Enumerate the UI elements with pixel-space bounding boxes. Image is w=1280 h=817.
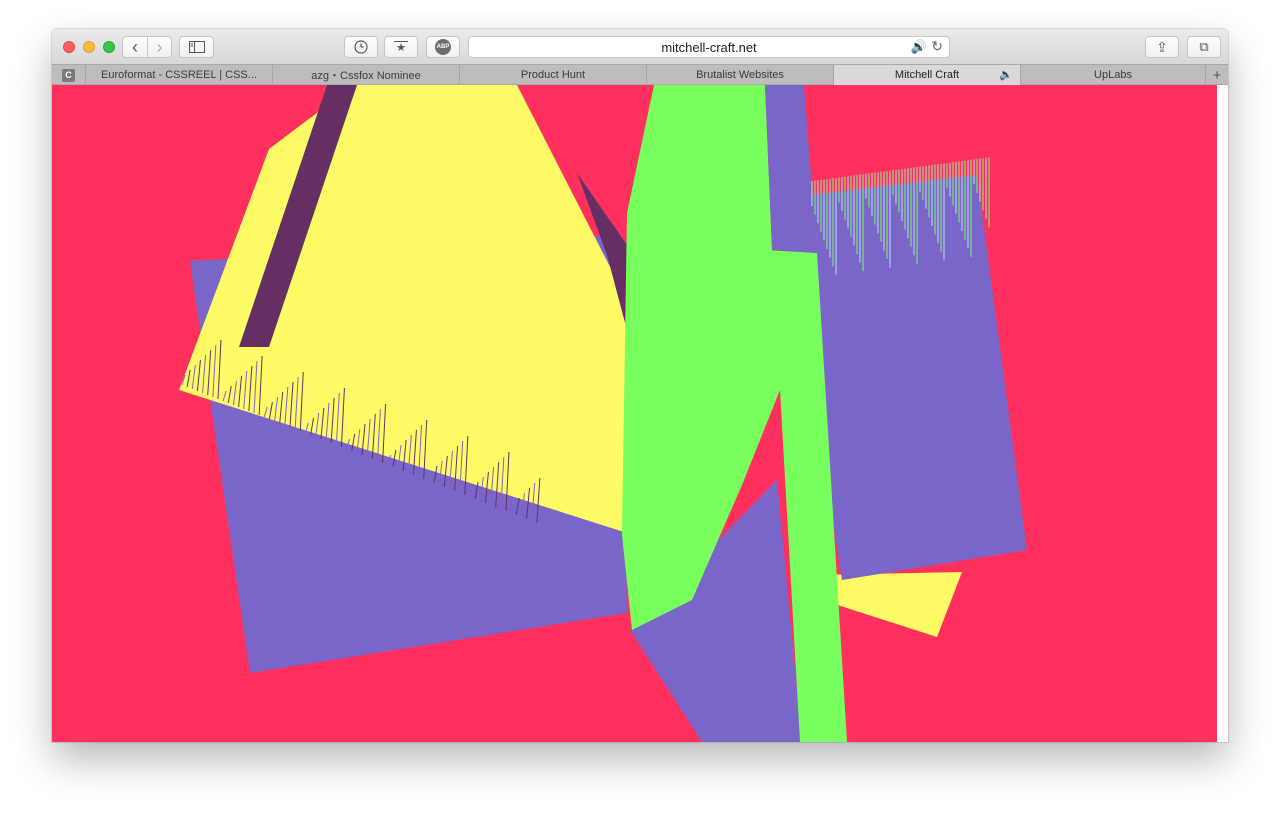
back-button[interactable]: ‹	[123, 37, 147, 57]
plus-icon: +	[1212, 66, 1222, 84]
tab-mitchell-craft[interactable]: Mitchell Craft 🔈	[834, 65, 1021, 85]
tab-euroformat[interactable]: Euroformat - CSSREEL | CSS...	[86, 65, 273, 85]
chevron-left-icon: ‹	[131, 37, 138, 57]
history-button[interactable]	[344, 36, 378, 58]
tab-label: Euroformat - CSSREEL | CSS...	[101, 69, 257, 81]
chevron-right-icon: ›	[156, 37, 163, 57]
address-bar[interactable]: mitchell-craft.net 🔊 ↻	[468, 36, 950, 58]
tab-label: Mitchell Craft	[894, 69, 960, 81]
abstract-shapes-canvas[interactable]	[52, 85, 1217, 742]
adblock-button[interactable]: ABP	[426, 36, 460, 58]
new-tab-button[interactable]: +	[1206, 65, 1228, 85]
tab-bar: C Euroformat - CSSREEL | CSS... azg・Cssf…	[52, 64, 1228, 85]
share-button[interactable]: ⇪	[1145, 36, 1179, 58]
adblock-icon: ABP	[435, 39, 451, 55]
tab-uplabs[interactable]: UpLabs	[1021, 65, 1206, 85]
bookmarks-button[interactable]: ★	[384, 36, 418, 58]
tab-brutalist-websites[interactable]: Brutalist Websites	[647, 65, 834, 85]
clock-icon	[354, 40, 368, 54]
star-icon: ★	[394, 40, 408, 54]
navigation-buttons: ‹ ›	[122, 36, 172, 58]
show-all-tabs-button[interactable]: ⧉	[1187, 36, 1221, 58]
maximize-window-button[interactable]	[103, 41, 115, 53]
audio-playing-icon[interactable]: 🔊	[911, 39, 927, 55]
tab-label: Product Hunt	[520, 69, 586, 81]
pinned-tab-favicon: C	[62, 68, 75, 82]
reload-icon[interactable]: ↻	[931, 38, 943, 55]
tab-label: UpLabs	[1094, 69, 1132, 81]
browser-window: ‹ › ★ ABP mitchell-craft.net 🔊 ↻ ⇪ ⧉ C E…	[52, 29, 1228, 742]
browser-toolbar: ‹ › ★ ABP mitchell-craft.net 🔊 ↻ ⇪ ⧉	[52, 29, 1228, 64]
share-icon: ⇪	[1156, 38, 1168, 55]
tab-label: azg・Cssfox Nominee	[311, 70, 421, 82]
forward-button[interactable]: ›	[146, 37, 171, 57]
tabs-overview-icon: ⧉	[1199, 39, 1209, 54]
pinned-tab[interactable]: C	[52, 65, 86, 85]
tab-azg[interactable]: azg・Cssfox Nominee	[273, 65, 460, 85]
vertical-scrollbar[interactable]	[1217, 85, 1228, 742]
tab-label: Brutalist Websites	[696, 69, 784, 81]
minimize-window-button[interactable]	[83, 41, 95, 53]
sidebar-icon	[188, 41, 205, 53]
tab-product-hunt[interactable]: Product Hunt	[460, 65, 647, 85]
show-sidebar-button[interactable]	[179, 36, 214, 58]
tab-audio-icon[interactable]: 🔈	[999, 68, 1013, 81]
address-url: mitchell-craft.net	[661, 39, 757, 55]
page-content[interactable]	[52, 85, 1217, 742]
close-window-button[interactable]	[63, 41, 75, 53]
